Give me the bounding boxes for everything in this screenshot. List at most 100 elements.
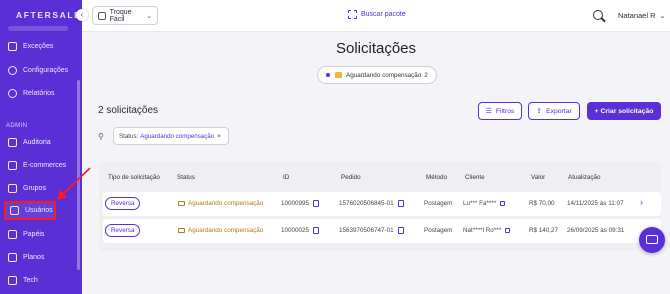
status-text: Aguardando compensação [188,200,264,207]
table-header: Tipo de solicitação Status ID Pedido Mét… [99,161,661,191]
sidebar-item-papeis[interactable]: Papéis [8,226,74,242]
roles-icon [8,229,17,239]
request-type-badge: Reversa [105,224,141,237]
order-text: 1563970506747-01 [339,227,394,235]
table-row[interactable]: Reversa Aguardando compensação 10000025 … [103,219,661,243]
scan-package-label: Buscar pacote [361,11,406,18]
order-cell: 1576020506845-01 [339,200,404,207]
export-button[interactable]: ⇪ Exportar [528,102,580,120]
id-text: 10000025 [281,227,310,235]
value-cell: R$ 70,00 [529,200,555,207]
store-select-value: Troque Fácil [109,8,132,23]
column-header: ID [283,174,290,181]
copy-icon[interactable] [397,227,404,234]
status-filter-pill[interactable]: Aguardando compensação 2 [317,66,437,84]
plans-icon [8,252,17,262]
value-cell: R$ 140,27 [529,227,559,234]
sidebar-item-label: Papéis [23,230,45,238]
create-request-label: + Criar solicitação [594,107,654,115]
collapse-sidebar-button[interactable]: ‹ [76,9,88,21]
client-cell: Lu*** Fa**** [463,200,506,207]
copy-icon[interactable] [313,227,320,234]
sidebar-item-label: Planos [23,253,45,261]
create-request-button[interactable]: + Criar solicitação [587,102,661,120]
sidebar-item-relatorios[interactable]: Relatórios [8,85,74,101]
filter-icon: ⚲ [98,132,104,141]
copy-icon[interactable] [397,200,404,207]
status-cell: Aguardando compensação [178,200,263,207]
compensation-icon [178,227,185,233]
sidebar-item-excecoes[interactable]: Exceções [8,38,74,54]
search-icon[interactable] [593,10,603,20]
status-pill-count: 2 [424,71,428,79]
compensation-icon [335,72,342,78]
column-header: Valor [531,174,546,181]
copy-icon[interactable] [313,200,320,207]
id-text: 10000995 [281,200,310,208]
users-icon [10,206,19,215]
scan-icon [348,10,357,19]
active-dot-icon [326,73,330,77]
filters-button[interactable]: ☰ Filtros [478,102,522,120]
table-row[interactable]: Reversa Aguardando compensação 10000995 … [103,192,661,216]
lock-icon[interactable] [505,227,511,233]
groups-icon [8,183,17,193]
column-header: Tipo de solicitação [108,174,160,181]
method-cell: Postagem [424,227,453,234]
lock-icon[interactable] [500,200,506,206]
sidebar-item-configuracoes[interactable]: Configurações [8,62,74,78]
results-count: 2 solicitações [98,105,159,116]
scan-package-button[interactable]: Buscar pacote [348,10,406,19]
request-type-badge: Reversa [105,197,141,210]
sidebar-item-label: Tech [23,276,38,284]
order-text: 1576020506845-01 [339,200,394,208]
audit-icon [8,137,17,147]
close-icon[interactable]: × [217,133,221,140]
user-menu[interactable]: Natanael R ⌄ [618,11,665,20]
chevron-down-icon: ⌄ [659,12,666,20]
store-select[interactable]: Troque Fácil ⌄ [92,6,158,25]
status-pill-label: Aguardando compensação [346,71,422,79]
column-header: Pedido [341,174,361,181]
sidebar-item-grupos[interactable]: Grupos [8,180,74,196]
sidebar-item-planos[interactable]: Planos [8,249,74,265]
id-cell: 10000995 [281,200,320,208]
sidebar-scrollbar[interactable] [77,80,80,270]
id-cell: 10000025 [281,227,320,235]
filter-icon: ☰ [485,108,492,115]
filter-chip-key: Status: [119,132,139,140]
admin-section-label: ADMIN [6,123,28,129]
report-icon [8,88,17,98]
sidebar-item-tech[interactable]: Tech [8,272,74,288]
sidebar-item-auditoria[interactable]: Auditoria [8,134,74,150]
updated-cell: 14/11/2025 às 11:07 [567,200,624,207]
chat-icon [646,235,658,244]
requests-table: Tipo de solicitação Status ID Pedido Mét… [99,161,661,251]
sidebar-item-label: E-commerces [23,161,67,169]
active-filter-chip[interactable]: Status: Aguardando compensação × [113,127,229,145]
sidebar-item-label: Exceções [23,42,54,50]
chevron-right-icon[interactable]: › [640,197,643,207]
status-cell: Aguardando compensação [178,227,263,234]
sidebar-item-label: Grupos [23,184,46,192]
store-icon [98,11,106,20]
filters-button-label: Filtros [495,107,515,115]
sidebar-item-usuarios[interactable]: Usuários [4,201,56,220]
alert-icon [8,41,17,51]
app-logo: AFTERSALE [16,10,82,20]
sidebar-item-partial[interactable] [8,26,68,31]
filter-chip-value: Aguardando compensação [140,132,215,140]
store-icon [8,160,17,170]
client-text: Lu*** Fa**** [463,200,497,207]
export-icon: ⇪ [536,108,543,115]
chevron-down-icon: ⌄ [146,12,152,20]
client-cell: Nat****l Ro*** [463,227,511,234]
chat-support-button[interactable] [639,227,665,253]
sidebar-item-label: Usuários [25,207,53,214]
gear-icon [8,65,17,75]
column-header: Método [426,174,448,181]
sidebar-item-label: Auditoria [23,138,51,146]
sidebar-item-ecommerces[interactable]: E-commerces [8,157,74,173]
sidebar: AFTERSALE ‹ Exceções Configurações Relat… [0,0,88,294]
sidebar-item-label: Relatórios [23,89,55,97]
